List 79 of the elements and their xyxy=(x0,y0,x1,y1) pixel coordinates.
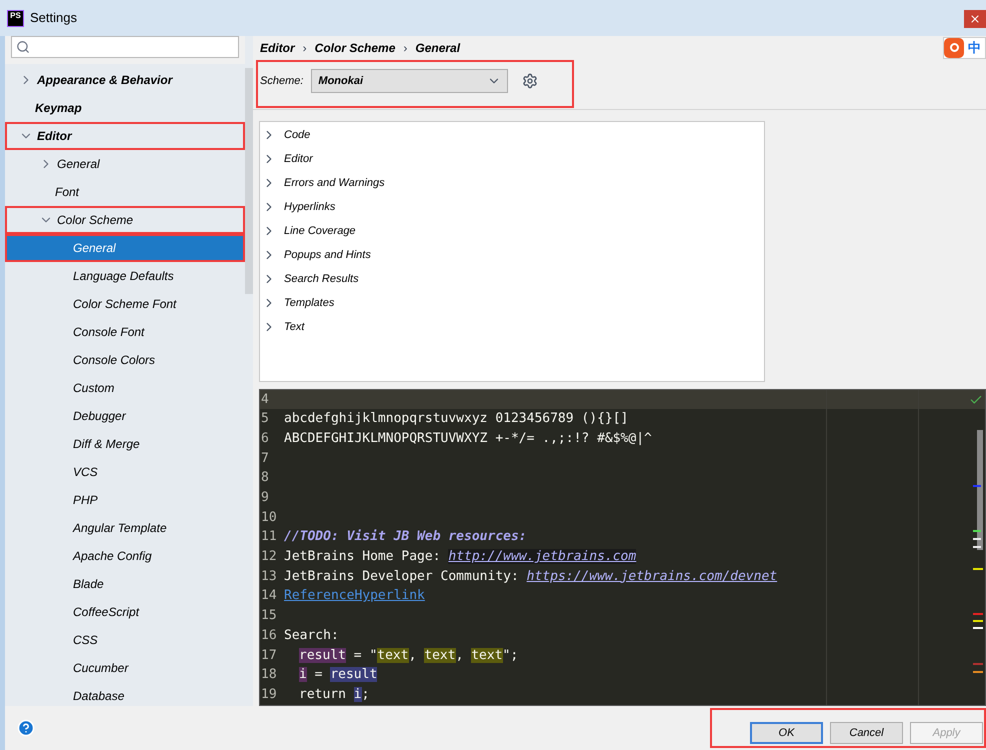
tree-item[interactable]: Font xyxy=(5,178,245,206)
tree-item[interactable]: Apache Config xyxy=(5,542,245,570)
window-title: Settings xyxy=(30,9,77,28)
line-number: 4 xyxy=(260,390,270,409)
line-number: 9 xyxy=(260,489,270,508)
code-text: result = "text, text, text"; xyxy=(298,646,518,665)
tree-item[interactable]: Angular Template xyxy=(5,514,245,542)
line-number: 10 xyxy=(260,508,278,527)
line-number: 5 xyxy=(260,410,270,428)
line-number: 14 xyxy=(260,587,278,606)
line-number: 6 xyxy=(260,430,270,448)
tree-item[interactable]: Editor xyxy=(260,146,764,171)
breadcrumb-item[interactable]: General xyxy=(415,38,460,57)
help-icon[interactable] xyxy=(17,719,35,737)
line-number: 12 xyxy=(260,548,278,566)
close-icon xyxy=(969,13,981,25)
tree-item[interactable]: General xyxy=(5,234,245,262)
tree-item[interactable]: CoffeeScript xyxy=(5,598,245,626)
tree-item[interactable]: Console Colors xyxy=(5,346,245,374)
tree-item[interactable]: Custom xyxy=(5,374,245,402)
dialog-button[interactable]: Cancel xyxy=(830,722,903,744)
tree-item[interactable]: Text xyxy=(260,314,764,339)
search-field[interactable] xyxy=(11,36,239,58)
tree-item[interactable]: Cucumber xyxy=(5,654,245,682)
tree-item[interactable]: Line Coverage xyxy=(260,218,764,243)
scheme-label: Scheme: xyxy=(260,74,304,89)
line-number: 17 xyxy=(260,646,278,665)
ime-indicator[interactable]: 中 xyxy=(943,36,986,59)
line-number: 11 xyxy=(260,528,278,546)
tree-item[interactable]: Search Results xyxy=(260,266,764,291)
tree-item[interactable]: Language Defaults xyxy=(5,262,245,290)
code-text: return i; xyxy=(298,686,370,704)
close-button[interactable] xyxy=(964,10,986,28)
code-text: JetBrains Home Page: http://www.jetbrains.com xyxy=(283,548,636,566)
tree-item[interactable]: PHP xyxy=(5,486,245,514)
tree-item[interactable]: CSS xyxy=(5,626,245,654)
search-icon xyxy=(16,40,30,54)
sogou-logo-icon xyxy=(944,38,964,58)
line-number: 16 xyxy=(260,626,278,645)
code-text: JetBrains Developer Community: https://www.jetbrains.com/devnet xyxy=(283,568,778,586)
tree-item[interactable]: Diff & Merge xyxy=(5,430,245,458)
tree-item[interactable]: Code xyxy=(260,122,764,147)
tree-item[interactable]: Templates xyxy=(260,290,764,315)
tree-item[interactable]: Editor xyxy=(5,122,245,150)
tree-item[interactable]: Errors and Warnings xyxy=(260,170,764,195)
tree-item[interactable]: Keymap xyxy=(5,94,245,122)
scrollbar-thumb[interactable] xyxy=(245,68,253,294)
tree-item[interactable]: General xyxy=(5,150,245,178)
line-number: 13 xyxy=(260,568,278,586)
ime-label: 中 xyxy=(968,39,981,58)
breadcrumb-separator: › xyxy=(403,40,408,57)
tree-item[interactable]: Blade xyxy=(5,570,245,598)
tree-item[interactable]: VCS xyxy=(5,458,245,486)
breadcrumb-item[interactable]: Editor xyxy=(260,38,295,57)
code-text: abcdefghijklmnopqrstuvwxyz 0123456789 (){}[] xyxy=(283,410,628,428)
scheme-dropdown[interactable]: Monokai xyxy=(311,68,508,93)
app-logo: PS xyxy=(7,10,24,26)
code-text: ReferenceHyperlink xyxy=(283,587,425,606)
code-text: i = result xyxy=(298,666,378,684)
line-number: 19 xyxy=(260,686,278,704)
code-text: Search: xyxy=(283,626,339,645)
settings-icon[interactable] xyxy=(522,72,538,89)
tree-item[interactable]: Popups and Hints xyxy=(260,242,764,267)
line-number: 8 xyxy=(260,469,270,488)
code-text: ABCDEFGHIJKLMNOPQRSTUVWXYZ +-*/= .,;:!? #&$%@|^ xyxy=(283,430,652,448)
tree-item[interactable]: Debugger xyxy=(5,402,245,430)
line-number: 7 xyxy=(260,450,270,468)
tree-item[interactable]: Console Font xyxy=(5,318,245,346)
line-number: 15 xyxy=(260,607,278,626)
dialog-button[interactable]: OK xyxy=(750,722,823,744)
tree-item[interactable]: Hyperlinks xyxy=(260,194,764,219)
tree-item[interactable]: Database xyxy=(5,682,245,706)
tree-item[interactable]: Appearance & Behavior xyxy=(5,66,245,94)
breadcrumb-separator: › xyxy=(302,40,307,57)
line-number: 18 xyxy=(260,666,278,684)
code-text: //TODO: Visit JB Web resources: xyxy=(283,528,527,546)
tree-item[interactable]: Color Scheme xyxy=(5,206,245,234)
tree-item[interactable]: Color Scheme Font xyxy=(5,290,245,318)
breadcrumb-item[interactable]: Color Scheme xyxy=(314,38,396,57)
